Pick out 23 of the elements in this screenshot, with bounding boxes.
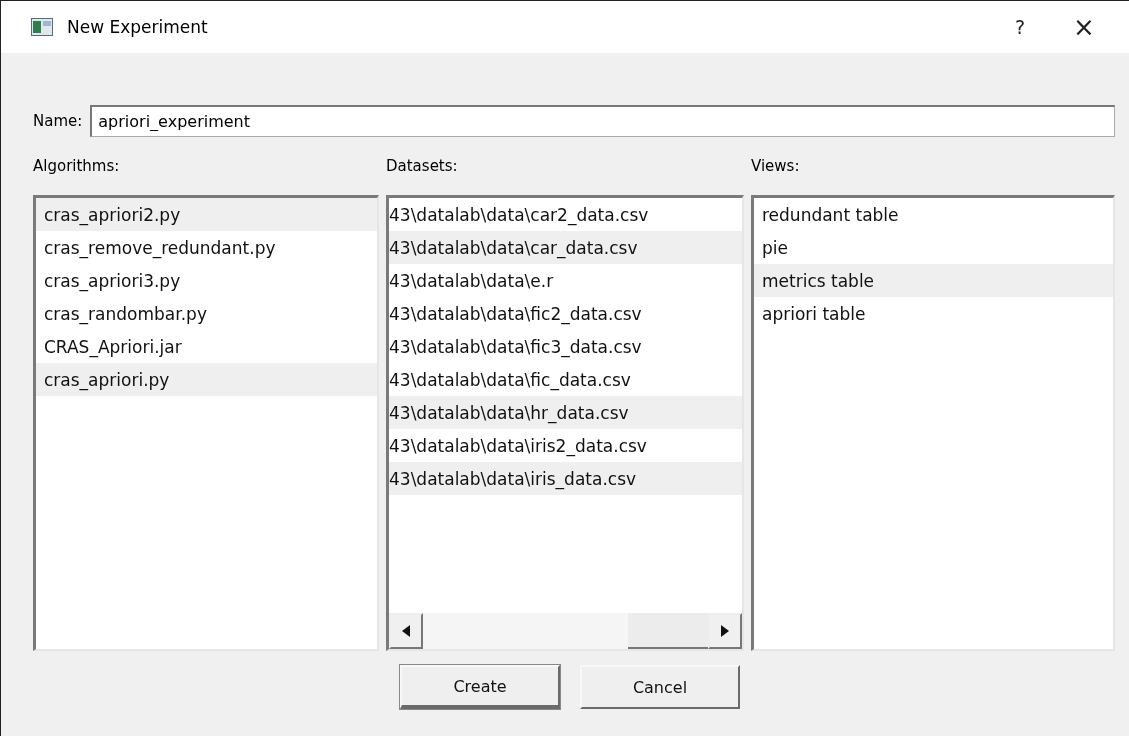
app-window-icon [31,18,53,36]
horizontal-scrollbar[interactable] [389,613,742,649]
right-arrow-icon [721,625,729,637]
list-item[interactable]: cras_apriori2.py [36,198,377,231]
list-item[interactable]: 43\datalab\data\car_data.csv [389,231,742,264]
list-label: Views: [751,157,801,175]
create-button[interactable]: Create [400,665,560,709]
window-title: New Experiment [67,17,209,37]
name-label: Name: [33,112,83,130]
close-button[interactable]: × [1059,12,1109,42]
name-input[interactable]: apriori_experiment [90,105,1115,137]
left-arrow-icon [402,625,410,637]
list-item[interactable]: 43\datalab\data\hr_data.csv [389,396,742,429]
list-label: Datasets: [386,157,459,175]
scroll-right-button[interactable] [708,613,742,649]
list-item[interactable]: 43\datalab\data\iris_data.csv [389,462,742,495]
scroll-left-button[interactable] [389,613,423,649]
list-label: Algorithms: [33,157,121,175]
scrollbar-thumb[interactable] [628,613,708,649]
list-item[interactable]: metrics table [754,264,1113,297]
list-item[interactable]: cras_apriori.py [36,363,377,396]
help-button[interactable]: ? [995,16,1045,38]
cancel-button[interactable]: Cancel [580,665,740,709]
